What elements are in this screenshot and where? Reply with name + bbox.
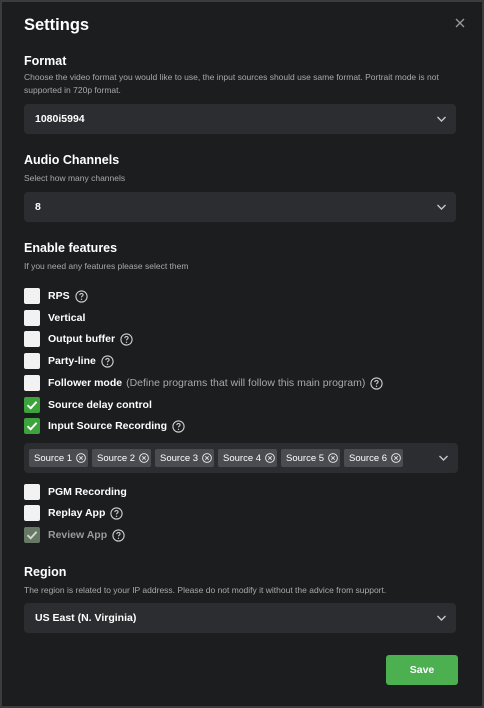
checkbox-checked-disabled: [24, 527, 40, 543]
feature-vertical[interactable]: Vertical: [24, 309, 85, 327]
close-icon[interactable]: [452, 15, 468, 31]
format-description: Choose the video format you would like t…: [24, 72, 439, 95]
source-tag[interactable]: Source 3: [155, 449, 214, 467]
region-select[interactable]: US East (N. Virginia): [24, 603, 456, 633]
tag-label: Source 6: [349, 452, 388, 464]
features-description: If you need any features please select t…: [24, 261, 189, 271]
help-icon[interactable]: [172, 419, 185, 433]
feature-pgm-recording[interactable]: PGM Recording: [24, 483, 127, 501]
checkbox-checked[interactable]: [24, 397, 40, 413]
region-description: The region is related to your IP address…: [24, 585, 387, 595]
source-multiselect[interactable]: Source 1 Source 2 Source 3 Source 4 Sour…: [24, 443, 458, 473]
checkbox[interactable]: [24, 310, 40, 326]
region-value: US East (N. Virginia): [35, 612, 137, 624]
feature-label: Follower mode: [48, 377, 123, 389]
feature-follower-mode[interactable]: Follower mode (Define programs that will…: [24, 374, 383, 392]
help-icon[interactable]: [110, 506, 124, 520]
feature-label: RPS: [48, 290, 70, 302]
feature-input-source-recording[interactable]: Input Source Recording: [24, 417, 185, 435]
help-icon[interactable]: [112, 528, 125, 542]
source-tag[interactable]: Source 6: [344, 449, 403, 467]
chevron-down-icon[interactable]: [438, 453, 449, 463]
feature-extra-note: (Define programs that will follow this m…: [126, 377, 366, 389]
chevron-down-icon: [437, 204, 446, 210]
audio-description: Select how many channels: [24, 173, 126, 183]
help-icon[interactable]: [120, 332, 133, 346]
save-button[interactable]: Save: [386, 655, 458, 685]
tag-label: Source 4: [223, 452, 262, 464]
feature-label: Output buffer: [48, 333, 116, 345]
format-title: Format: [24, 54, 67, 68]
tag-label: Source 2: [97, 452, 136, 464]
format-select[interactable]: 1080i5994: [24, 104, 456, 134]
chevron-down-icon: [437, 116, 446, 122]
remove-tag-icon[interactable]: [139, 453, 149, 463]
tag-label: Source 1: [34, 452, 73, 464]
source-tag[interactable]: Source 1: [29, 449, 88, 467]
feature-replay-app[interactable]: Replay App: [24, 504, 124, 522]
help-icon[interactable]: [74, 289, 88, 303]
checkbox[interactable]: [24, 505, 40, 521]
remove-tag-icon[interactable]: [391, 453, 401, 463]
source-tag[interactable]: Source 2: [92, 449, 151, 467]
feature-label: Replay App: [48, 507, 106, 519]
remove-tag-icon[interactable]: [328, 453, 338, 463]
checkbox-checked[interactable]: [24, 418, 40, 434]
features-title: Enable features: [24, 241, 118, 255]
checkbox[interactable]: [24, 353, 40, 369]
feature-party-line[interactable]: Party-line: [24, 352, 114, 370]
audio-channels-select[interactable]: 8: [24, 192, 456, 222]
feature-review-app: Review App: [24, 526, 125, 544]
tag-label: Source 5: [286, 452, 325, 464]
checkbox[interactable]: [24, 375, 40, 391]
feature-source-delay-control[interactable]: Source delay control: [24, 396, 152, 414]
remove-tag-icon[interactable]: [202, 453, 212, 463]
feature-label: PGM Recording: [48, 486, 127, 498]
region-title: Region: [24, 565, 67, 579]
help-icon[interactable]: [101, 354, 114, 368]
audio-title: Audio Channels: [24, 153, 120, 167]
checkbox[interactable]: [24, 331, 40, 347]
checkbox[interactable]: [24, 288, 40, 304]
settings-dialog: Settings Format Choose the video format …: [2, 2, 482, 706]
source-tag[interactable]: Source 4: [218, 449, 277, 467]
feature-rps[interactable]: RPS: [24, 287, 88, 305]
feature-label: Vertical: [48, 312, 86, 324]
feature-label: Source delay control: [48, 399, 152, 411]
check-icon: [26, 531, 38, 540]
source-tag[interactable]: Source 5: [281, 449, 340, 467]
checkbox[interactable]: [24, 484, 40, 500]
feature-label: Input Source Recording: [48, 420, 168, 432]
feature-label: Party-line: [48, 355, 96, 367]
feature-output-buffer[interactable]: Output buffer: [24, 330, 133, 348]
check-icon: [26, 401, 38, 410]
audio-channels-value: 8: [35, 201, 41, 213]
dialog-title: Settings: [24, 16, 90, 34]
chevron-down-icon: [437, 615, 446, 621]
help-icon[interactable]: [370, 376, 383, 390]
remove-tag-icon[interactable]: [265, 453, 275, 463]
format-value: 1080i5994: [35, 113, 85, 125]
feature-label: Review App: [48, 529, 108, 541]
tag-label: Source 3: [160, 452, 199, 464]
check-icon: [26, 422, 38, 431]
remove-tag-icon[interactable]: [76, 453, 86, 463]
